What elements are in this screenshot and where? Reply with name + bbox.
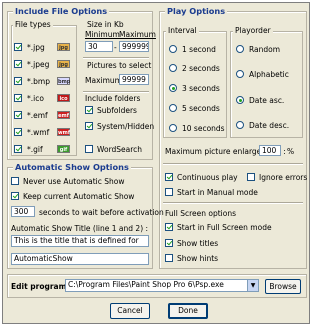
wordsearch-label: WordSearch: [97, 145, 143, 154]
maximum-size-label: Maximum: [119, 30, 156, 39]
playorder-radio[interactable]: [236, 45, 244, 53]
keep-current-auto-show-checkbox[interactable]: [11, 192, 19, 200]
file-type-label: *.jpg: [27, 43, 45, 52]
size-in-kb-label: Size in Kb: [87, 20, 124, 29]
auto-show-title-label: Automatic Show Title (line 1 and 2) :: [11, 224, 149, 233]
wait-seconds-input[interactable]: 300: [11, 206, 35, 217]
subfolders-checkbox[interactable]: [85, 106, 93, 114]
done-button[interactable]: Done: [168, 303, 208, 319]
maximum-size-input[interactable]: 999999: [119, 41, 149, 52]
file-type-icon: emf: [57, 111, 70, 119]
interval-option-label: 2 seconds: [182, 64, 220, 73]
pictures-maximum-label: Maximum: [85, 76, 122, 85]
auto-show-title-line2-input[interactable]: AutomaticShow: [11, 253, 149, 265]
file-type-icon: ico: [57, 94, 70, 102]
max-enlargement-input[interactable]: 100: [259, 145, 281, 156]
file-type-checkbox[interactable]: [14, 128, 22, 136]
continuous-play-label: Continuous play: [177, 173, 238, 182]
system-hidden-label: System/Hidden: [97, 122, 155, 131]
show-titles-label: Show titles: [177, 239, 219, 248]
chevron-down-icon[interactable]: ▼: [247, 280, 258, 291]
auto-show-title-line1-input[interactable]: This is the title that is defined for: [11, 235, 149, 247]
interval-option-label: 5 seconds: [182, 104, 220, 113]
file-type-icon: jpg: [57, 43, 70, 51]
ignore-errors-label: Ignore errors: [259, 173, 308, 182]
file-type-checkbox[interactable]: [14, 43, 22, 51]
manual-mode-checkbox[interactable]: [165, 188, 173, 196]
interval-radio[interactable]: [169, 45, 177, 53]
pictures-maximum-input[interactable]: 99999: [119, 74, 149, 85]
file-type-icon: gif: [57, 145, 70, 153]
include-file-options-title: Include File Options: [13, 6, 110, 16]
interval-option-label: 3 seconds: [182, 84, 220, 93]
playorder-radio[interactable]: [236, 70, 244, 78]
playorder-option-label: Date desc.: [249, 121, 290, 130]
play-divider-1: [163, 163, 303, 165]
continuous-play-checkbox[interactable]: [165, 173, 173, 181]
file-type-checkbox[interactable]: [14, 94, 22, 102]
playorder-label: Playorder: [233, 26, 273, 35]
edit-program-select[interactable]: C:\Program Files\Paint Shop Pro 6\Psp.ex…: [65, 279, 259, 292]
file-type-label: *.emf: [27, 111, 48, 120]
play-divider-2: [163, 202, 303, 204]
playorder-option-label: Date asc.: [249, 96, 285, 105]
file-type-checkbox[interactable]: [14, 60, 22, 68]
interval-option-label: 1 second: [182, 45, 216, 54]
interval-radio[interactable]: [169, 104, 177, 112]
wait-seconds-label: seconds to wait before activation: [39, 208, 164, 217]
pictures-divider: [83, 91, 149, 93]
playorder-option-label: Alphabetic: [249, 70, 289, 79]
file-type-checkbox[interactable]: [14, 111, 22, 119]
interval-label: Interval: [166, 26, 199, 35]
subfolders-label: Subfolders: [97, 106, 137, 115]
file-type-label: *.bmp: [27, 77, 50, 86]
fullscreen-options-label: Full Screen options: [165, 209, 237, 218]
interval-option-label: 10 seconds: [182, 124, 225, 133]
size-divider: [83, 57, 149, 59]
file-type-label: *.jpeg: [27, 60, 50, 69]
file-type-icon: wmf: [57, 128, 71, 136]
file-type-icon: jpg: [57, 60, 70, 68]
interval-radio[interactable]: [169, 64, 177, 72]
pictures-to-select-label: Pictures to select: [87, 61, 152, 70]
system-hidden-checkbox[interactable]: [85, 122, 93, 130]
play-options-title: Play Options: [165, 6, 228, 16]
keep-current-auto-show-label: Keep current Automatic Show: [23, 192, 135, 201]
show-hints-label: Show hints: [177, 254, 219, 263]
file-types-label: File types: [13, 20, 53, 29]
edit-program-value: C:\Program Files\Paint Shop Pro 6\Psp.ex…: [68, 280, 224, 289]
playorder-radio[interactable]: [236, 121, 244, 129]
interval-radio[interactable]: [169, 124, 177, 132]
wordsearch-checkbox[interactable]: [85, 145, 93, 153]
never-use-auto-show-label: Never use Automatic Show: [23, 177, 125, 186]
never-use-auto-show-checkbox[interactable]: [11, 177, 19, 185]
edit-program-label: Edit program :: [11, 282, 73, 291]
size-separator: -: [114, 43, 117, 52]
file-type-label: *.gif: [27, 145, 43, 154]
percent-label: %: [287, 147, 295, 156]
ignore-errors-checkbox[interactable]: [247, 173, 255, 181]
file-type-label: *.wmf: [27, 128, 50, 137]
playorder-option-label: Random: [249, 45, 281, 54]
start-fullscreen-checkbox[interactable]: [165, 223, 173, 231]
cancel-button[interactable]: Cancel: [110, 303, 150, 319]
file-type-checkbox[interactable]: [14, 77, 22, 85]
options-dialog: Include File Options File types *.jpg jpg…: [2, 2, 310, 324]
minimum-size-input[interactable]: 30: [85, 41, 113, 52]
include-folders-label: Include folders: [85, 94, 141, 103]
automatic-show-title: Automatic Show Options: [13, 162, 131, 172]
file-type-icon: bmp: [57, 77, 71, 85]
show-hints-checkbox[interactable]: [165, 254, 173, 262]
interval-radio[interactable]: [169, 84, 177, 92]
file-type-checkbox[interactable]: [14, 145, 22, 153]
show-titles-checkbox[interactable]: [165, 239, 173, 247]
start-fullscreen-label: Start in Full Screen mode: [177, 223, 272, 232]
playorder-radio[interactable]: [236, 96, 244, 104]
browse-button[interactable]: Browse: [265, 279, 301, 294]
minimum-size-label: Minimum: [85, 30, 120, 39]
file-type-label: *.ico: [27, 94, 44, 103]
manual-mode-label: Start in Manual mode: [177, 188, 258, 197]
